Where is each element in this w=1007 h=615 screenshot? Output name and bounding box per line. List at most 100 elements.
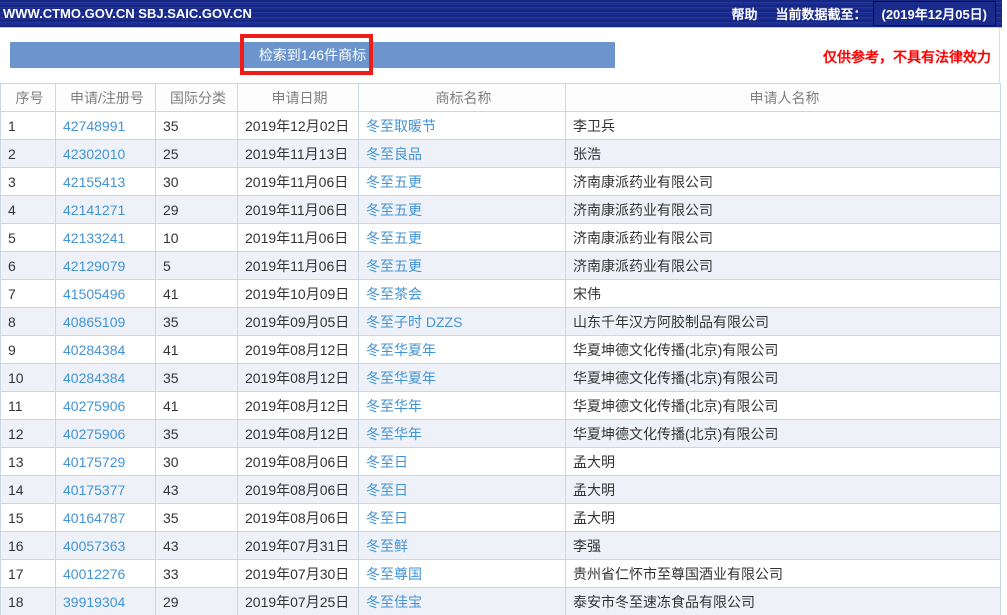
- trademark-name-link[interactable]: 冬至日: [366, 482, 408, 498]
- table-row: 1440175377432019年08月06日冬至日孟大明: [1, 476, 1001, 504]
- trademark-name-link[interactable]: 冬至五更: [366, 230, 422, 246]
- cell-application-date: 2019年08月12日: [238, 336, 359, 364]
- registration-number-link[interactable]: 40164787: [63, 510, 125, 526]
- cell-serial-no: 5: [1, 224, 56, 252]
- cell-serial-no: 13: [1, 448, 56, 476]
- cell-serial-no: 2: [1, 140, 56, 168]
- cell-registration-no: 40865109: [56, 308, 156, 336]
- cell-serial-no: 17: [1, 560, 56, 588]
- registration-number-link[interactable]: 40865109: [63, 314, 125, 330]
- table-row: 1240275906352019年08月12日冬至华年华夏坤德文化传播(北京)有…: [1, 420, 1001, 448]
- trademark-name-link[interactable]: 冬至华夏年: [366, 370, 436, 386]
- cell-trademark-name: 冬至取暖节: [359, 112, 566, 140]
- registration-number-link[interactable]: 42302010: [63, 146, 125, 162]
- table-row: 1140275906412019年08月12日冬至华年华夏坤德文化传播(北京)有…: [1, 392, 1001, 420]
- cell-applicant-name: 孟大明: [566, 504, 1001, 532]
- trademark-name-link[interactable]: 冬至鲜: [366, 538, 408, 554]
- cell-applicant-name: 张浩: [566, 140, 1001, 168]
- trademark-name-link[interactable]: 冬至良品: [366, 146, 422, 162]
- cell-application-date: 2019年12月02日: [238, 112, 359, 140]
- cell-serial-no: 10: [1, 364, 56, 392]
- cell-registration-no: 40164787: [56, 504, 156, 532]
- cell-trademark-name: 冬至华夏年: [359, 336, 566, 364]
- site-title: WWW.CTMO.GOV.CN SBJ.SAIC.GOV.CN: [3, 6, 252, 21]
- cell-intl-class: 30: [156, 168, 238, 196]
- cell-applicant-name: 济南康派药业有限公司: [566, 168, 1001, 196]
- trademark-name-link[interactable]: 冬至茶会: [366, 286, 422, 302]
- registration-number-link[interactable]: 42748991: [63, 118, 125, 134]
- registration-number-link[interactable]: 42141271: [63, 202, 125, 218]
- cell-registration-no: 42302010: [56, 140, 156, 168]
- table-row: 940284384412019年08月12日冬至华夏年华夏坤德文化传播(北京)有…: [1, 336, 1001, 364]
- table-row: 342155413302019年11月06日冬至五更济南康派药业有限公司: [1, 168, 1001, 196]
- cell-intl-class: 5: [156, 252, 238, 280]
- registration-number-link[interactable]: 40275906: [63, 398, 125, 414]
- cell-trademark-name: 冬至尊国: [359, 560, 566, 588]
- trademark-name-link[interactable]: 冬至华夏年: [366, 342, 436, 358]
- cell-serial-no: 15: [1, 504, 56, 532]
- cell-serial-no: 11: [1, 392, 56, 420]
- trademark-name-link[interactable]: 冬至尊国: [366, 566, 422, 582]
- registration-number-link[interactable]: 41505496: [63, 286, 125, 302]
- cell-intl-class: 25: [156, 140, 238, 168]
- registration-number-link[interactable]: 42129079: [63, 258, 125, 274]
- registration-number-link[interactable]: 42133241: [63, 230, 125, 246]
- cell-intl-class: 35: [156, 504, 238, 532]
- trademark-name-link[interactable]: 冬至华年: [366, 426, 422, 442]
- top-bar-right-group: 帮助 当前数据截至： (2019年12月05日): [731, 1, 996, 26]
- registration-number-link[interactable]: 40284384: [63, 370, 125, 386]
- registration-number-link[interactable]: 42155413: [63, 174, 125, 190]
- trademark-name-link[interactable]: 冬至五更: [366, 202, 422, 218]
- registration-number-link[interactable]: 40275906: [63, 426, 125, 442]
- cell-applicant-name: 济南康派药业有限公司: [566, 224, 1001, 252]
- registration-number-link[interactable]: 40284384: [63, 342, 125, 358]
- registration-number-link[interactable]: 40175377: [63, 482, 125, 498]
- registration-number-link[interactable]: 40012276: [63, 566, 125, 582]
- table-row: 142748991352019年12月02日冬至取暖节李卫兵: [1, 112, 1001, 140]
- cell-applicant-name: 孟大明: [566, 448, 1001, 476]
- cell-application-date: 2019年08月06日: [238, 448, 359, 476]
- trademark-name-link[interactable]: 冬至日: [366, 510, 408, 526]
- trademark-name-link[interactable]: 冬至日: [366, 454, 408, 470]
- registration-number-link[interactable]: 40057363: [63, 538, 125, 554]
- cell-application-date: 2019年11月06日: [238, 252, 359, 280]
- column-header-name: 商标名称: [359, 84, 566, 112]
- table-row: 741505496412019年10月09日冬至茶会宋伟: [1, 280, 1001, 308]
- cell-trademark-name: 冬至五更: [359, 168, 566, 196]
- banner-row: 检索到146件商标 仅供参考，不具有法律效力: [0, 28, 1000, 83]
- cell-application-date: 2019年08月12日: [238, 420, 359, 448]
- trademark-name-link[interactable]: 冬至五更: [366, 258, 422, 274]
- cell-trademark-name: 冬至茶会: [359, 280, 566, 308]
- cell-trademark-name: 冬至华年: [359, 420, 566, 448]
- registration-number-link[interactable]: 39919304: [63, 594, 125, 610]
- cell-serial-no: 9: [1, 336, 56, 364]
- cell-registration-no: 40175377: [56, 476, 156, 504]
- cell-intl-class: 41: [156, 280, 238, 308]
- cell-serial-no: 3: [1, 168, 56, 196]
- help-link[interactable]: 帮助: [731, 4, 757, 23]
- cell-registration-no: 42141271: [56, 196, 156, 224]
- cell-intl-class: 10: [156, 224, 238, 252]
- cell-serial-no: 4: [1, 196, 56, 224]
- cell-intl-class: 35: [156, 308, 238, 336]
- table-row: 2 42302010 252019年11月13日冬至良品 张浩: [1, 140, 1001, 168]
- cell-intl-class: 30: [156, 448, 238, 476]
- top-header-bar: WWW.CTMO.GOV.CN SBJ.SAIC.GOV.CN 帮助 当前数据截…: [0, 0, 1002, 28]
- cell-applicant-name: 华夏坤德文化传播(北京)有限公司: [566, 392, 1001, 420]
- trademark-name-link[interactable]: 冬至华年: [366, 398, 422, 414]
- trademark-name-link[interactable]: 冬至子时 DZZS: [366, 314, 462, 330]
- cell-application-date: 2019年11月13日: [238, 140, 359, 168]
- cell-applicant-name: 贵州省仁怀市至尊国酒业有限公司: [566, 560, 1001, 588]
- cell-application-date: 2019年11月06日: [238, 196, 359, 224]
- trademark-name-link[interactable]: 冬至佳宝: [366, 594, 422, 610]
- trademark-name-link[interactable]: 冬至取暖节: [366, 118, 436, 134]
- cell-intl-class: 33: [156, 560, 238, 588]
- trademark-name-link[interactable]: 冬至五更: [366, 174, 422, 190]
- registration-number-link[interactable]: 40175729: [63, 454, 125, 470]
- cell-registration-no: 40284384: [56, 364, 156, 392]
- table-row: 542133241102019年11月06日冬至五更济南康派药业有限公司: [1, 224, 1001, 252]
- cell-registration-no: 42133241: [56, 224, 156, 252]
- table-row: 442141271292019年11月06日冬至五更济南康派药业有限公司: [1, 196, 1001, 224]
- cell-registration-no: 42129079: [56, 252, 156, 280]
- table-row: 1540164787352019年08月06日冬至日孟大明: [1, 504, 1001, 532]
